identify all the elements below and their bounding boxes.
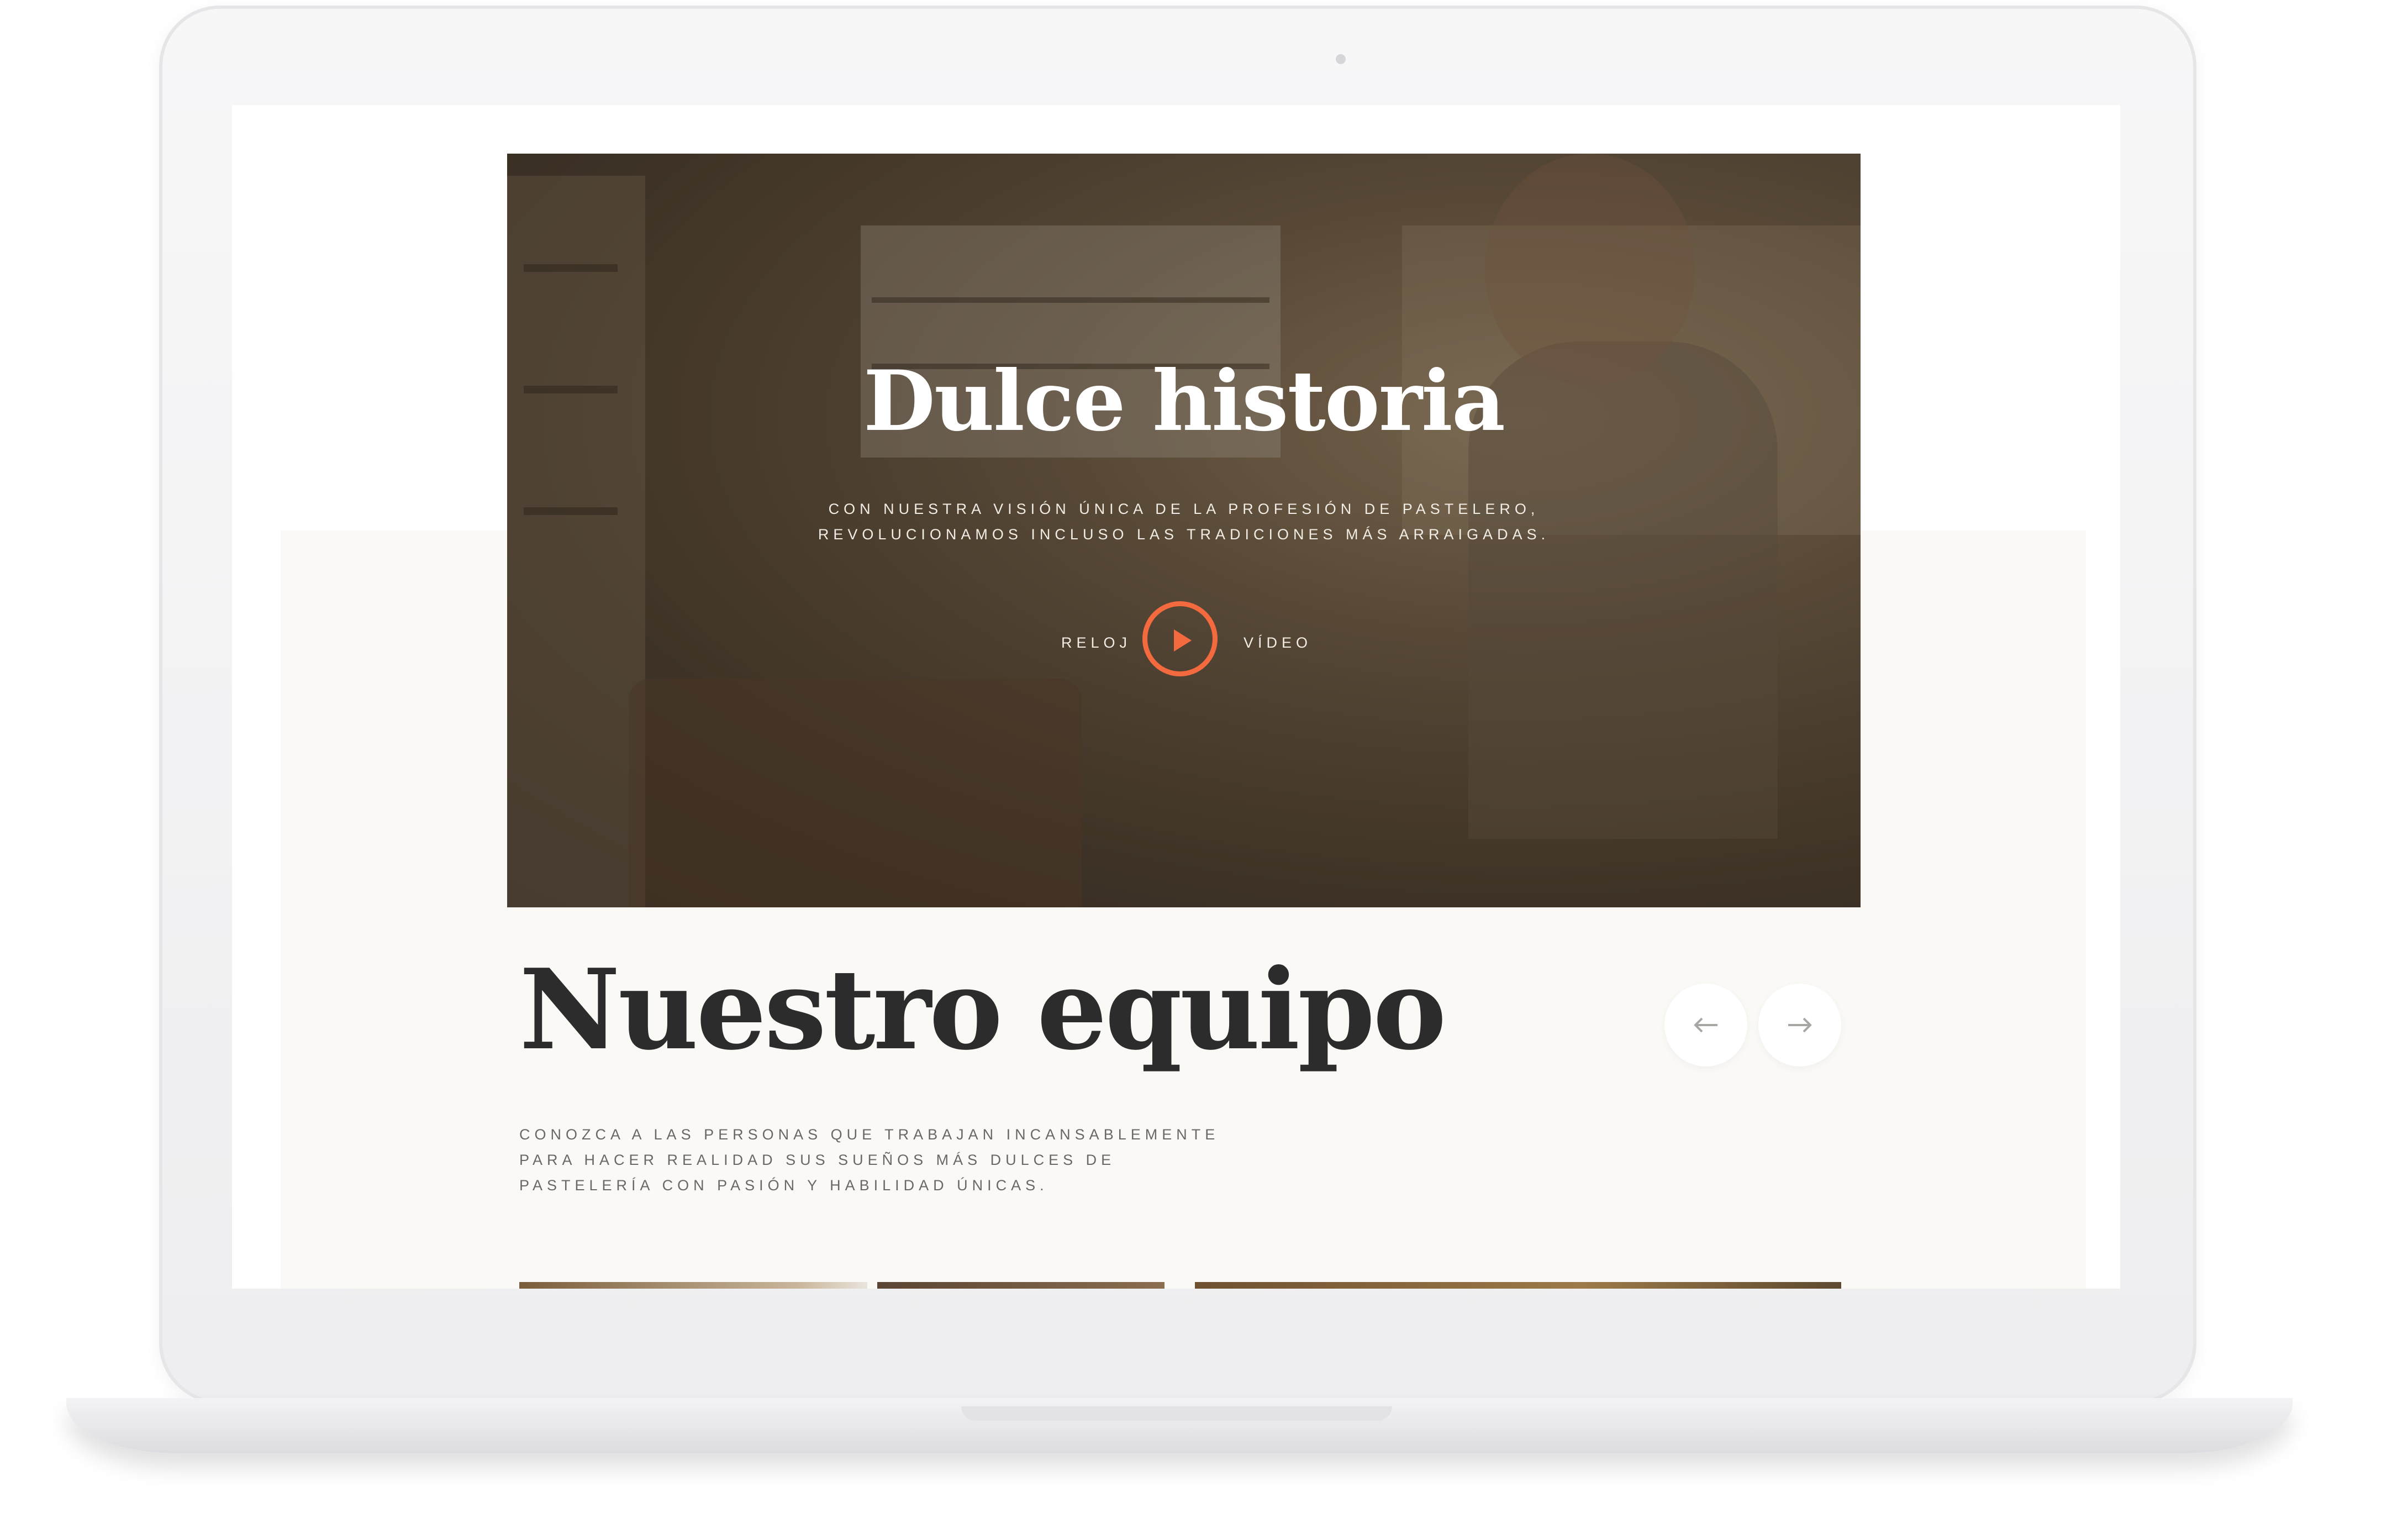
team-card-3[interactable] [1195,1282,1841,1289]
camera-icon [1336,54,1346,64]
video-play-control: RELOJ VÍDEO [507,601,1861,684]
play-icon [1174,629,1192,652]
hero-subtitle: CON NUESTRA VISIÓN ÚNICA DE LA PROFESIÓN… [818,501,1550,543]
stage: Dulce historia CON NUESTRA VISIÓN ÚNICA … [0,0,2408,1513]
team-card-1[interactable] [519,1282,867,1289]
team-section-title: Nuestro equipo [519,945,1447,1075]
arrow-left-icon [1694,1017,1717,1033]
video-label: VÍDEO [1243,634,1313,651]
play-video-button[interactable] [1142,601,1218,676]
carousel-prev-button[interactable] [1664,984,1747,1067]
carousel-next-button[interactable] [1758,984,1841,1067]
hero-title: Dulce historia [863,353,1505,450]
website-screen: Dulce historia CON NUESTRA VISIÓN ÚNICA … [232,105,2120,1289]
watch-label: RELOJ [1061,634,1132,651]
laptop-notch [961,1406,1392,1421]
arrow-right-icon [1788,1017,1812,1033]
team-section-description: CONOZCA A LAS PERSONAS QUE TRABAJAN INCA… [519,1126,1220,1194]
hero-banner: Dulce historia CON NUESTRA VISIÓN ÚNICA … [507,154,1861,907]
team-card-2[interactable] [877,1282,1165,1289]
